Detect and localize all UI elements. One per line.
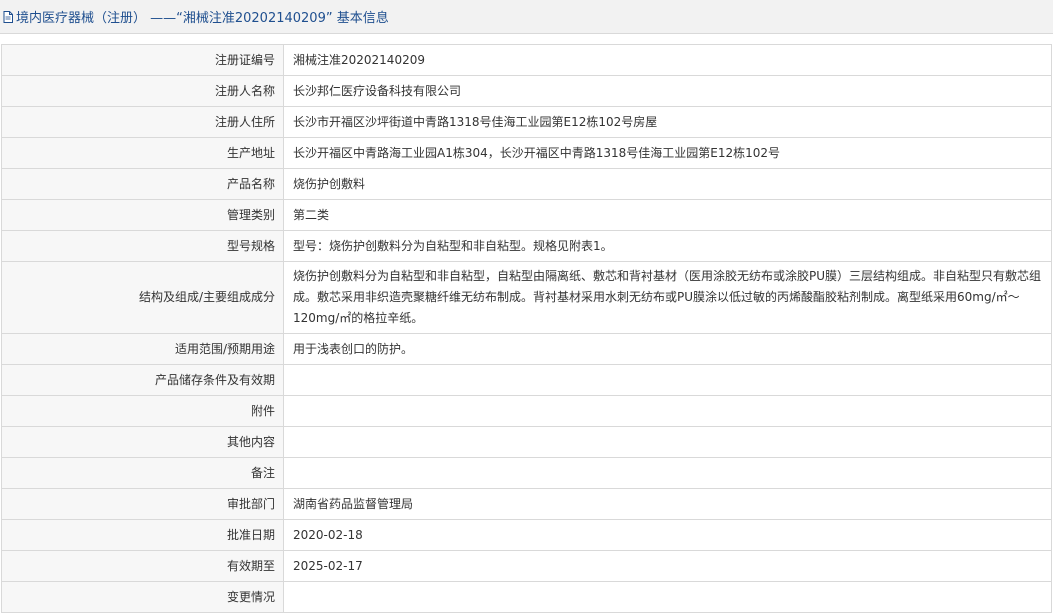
field-value: 第二类 [283, 199, 1052, 231]
field-label: 注册人住所 [1, 106, 284, 138]
field-value: 长沙市开福区沙坪街道中青路1318号佳海工业园第E12栋102号房屋 [283, 106, 1052, 138]
table-row: 适用范围/预期用途 用于浅表创口的防护。 [1, 333, 1052, 365]
field-value: 长沙邦仁医疗设备科技有限公司 [283, 75, 1052, 107]
field-value: 用于浅表创口的防护。 [283, 333, 1052, 365]
field-label: 产品储存条件及有效期 [1, 364, 284, 396]
table-row: 其他内容 [1, 426, 1052, 458]
field-label: 附件 [1, 395, 284, 427]
table-row: 备注 [1, 457, 1052, 489]
field-label: 批准日期 [1, 519, 284, 551]
field-value: 型号：烧伤护创敷料分为自粘型和非自粘型。规格见附表1。 [283, 230, 1052, 262]
field-value: 湘械注准20202140209 [283, 44, 1052, 76]
table-row: 注册人名称 长沙邦仁医疗设备科技有限公司 [1, 75, 1052, 107]
field-value: 2020-02-18 [283, 519, 1052, 551]
table-row: 变更情况 [1, 581, 1052, 613]
field-value: 烧伤护创敷料 [283, 168, 1052, 200]
field-value [283, 457, 1052, 489]
field-label: 变更情况 [1, 581, 284, 613]
table-row: 生产地址 长沙开福区中青路海工业园A1栋304，长沙开福区中青路1318号佳海工… [1, 137, 1052, 169]
field-label: 备注 [1, 457, 284, 489]
field-label: 适用范围/预期用途 [1, 333, 284, 365]
field-label: 其他内容 [1, 426, 284, 458]
field-label: 注册证编号 [1, 44, 284, 76]
field-label: 型号规格 [1, 230, 284, 262]
field-value [283, 364, 1052, 396]
table-row: 注册人住所 长沙市开福区沙坪街道中青路1318号佳海工业园第E12栋102号房屋 [1, 106, 1052, 138]
table-row: 审批部门 湖南省药品监督管理局 [1, 488, 1052, 520]
field-value: 烧伤护创敷料分为自粘型和非自粘型，自粘型由隔离纸、敷芯和背衬基材（医用涂胶无纺布… [283, 261, 1052, 334]
table-row: 结构及组成/主要组成成分 烧伤护创敷料分为自粘型和非自粘型，自粘型由隔离纸、敷芯… [1, 261, 1052, 334]
field-label: 管理类别 [1, 199, 284, 231]
field-label: 产品名称 [1, 168, 284, 200]
field-label: 生产地址 [1, 137, 284, 169]
field-value [283, 426, 1052, 458]
field-value [283, 581, 1052, 613]
page-header: 境内医疗器械（注册） ——“湘械注准20202140209” 基本信息 [0, 0, 1053, 34]
table-row: 注册证编号 湘械注准20202140209 [1, 44, 1052, 76]
field-value [283, 395, 1052, 427]
field-label: 结构及组成/主要组成成分 [1, 261, 284, 334]
field-label: 注册人名称 [1, 75, 284, 107]
table-row: 型号规格 型号：烧伤护创敷料分为自粘型和非自粘型。规格见附表1。 [1, 230, 1052, 262]
field-value: 2025-02-17 [283, 550, 1052, 582]
info-table: 注册证编号 湘械注准20202140209 注册人名称 长沙邦仁医疗设备科技有限… [1, 44, 1052, 613]
table-row: 产品储存条件及有效期 [1, 364, 1052, 396]
table-row: 批准日期 2020-02-18 [1, 519, 1052, 551]
table-row: 产品名称 烧伤护创敷料 [1, 168, 1052, 200]
field-label: 审批部门 [1, 488, 284, 520]
table-row: 附件 [1, 395, 1052, 427]
field-label: 有效期至 [1, 550, 284, 582]
table-row: 管理类别 第二类 [1, 199, 1052, 231]
page-title: 境内医疗器械（注册） ——“湘械注准20202140209” 基本信息 [16, 11, 389, 26]
field-value: 长沙开福区中青路海工业园A1栋304，长沙开福区中青路1318号佳海工业园第E1… [283, 137, 1052, 169]
document-icon [3, 10, 13, 23]
table-row: 有效期至 2025-02-17 [1, 550, 1052, 582]
field-value: 湖南省药品监督管理局 [283, 488, 1052, 520]
